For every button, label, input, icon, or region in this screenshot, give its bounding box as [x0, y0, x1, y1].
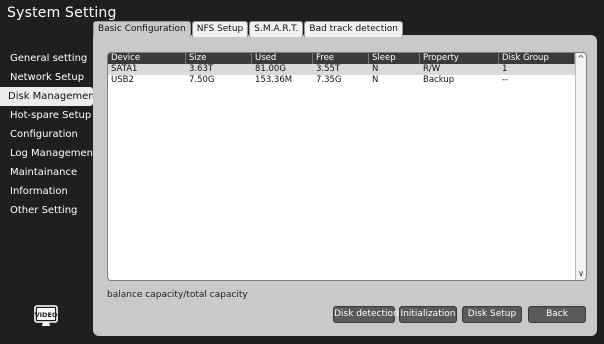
- cell-size: 3.63T: [189, 64, 214, 74]
- sidebar-item-other-setting[interactable]: Other Setting: [0, 201, 93, 220]
- table-row[interactable]: USB2 7.50G 153.36M 7.35G N Backup --: [108, 75, 586, 86]
- column-header-used[interactable]: Used: [252, 53, 313, 64]
- tab-smart[interactable]: S.M.A.R.T.: [249, 21, 304, 37]
- cell-used: 81.00G: [255, 64, 286, 74]
- tab-basic-configuration[interactable]: Basic Configuration: [93, 21, 191, 37]
- cell-used: 153.36M: [255, 75, 293, 85]
- cell-device: USB2: [111, 75, 134, 85]
- capacity-label: balance capacity/total capacity: [107, 290, 248, 300]
- back-button[interactable]: Back: [528, 306, 586, 323]
- table-row[interactable]: SATA1 3.63T 81.00G 3.55T N R/W 1: [108, 64, 586, 75]
- cell-sleep: N: [372, 75, 379, 85]
- logo-text: VIDEO: [35, 311, 58, 319]
- cell-disk-group: 1: [502, 64, 508, 74]
- cell-free: 3.55T: [316, 64, 341, 74]
- sidebar-item-hot-spare-setup[interactable]: Hot-spare Setup: [0, 106, 93, 125]
- cell-sleep: N: [372, 64, 379, 74]
- disk-setup-button[interactable]: Disk Setup: [462, 306, 522, 323]
- column-header-property[interactable]: Property: [420, 53, 499, 64]
- sidebar-item-disk-management[interactable]: Disk Management: [0, 87, 99, 106]
- sidebar-item-general-setting[interactable]: General setting: [0, 49, 93, 68]
- disk-table: Device Size Used Free Sleep Property Dis…: [107, 52, 587, 281]
- sidebar-item-configuration[interactable]: Configuration: [0, 125, 93, 144]
- sidebar-item-information[interactable]: Information: [0, 182, 93, 201]
- sidebar-item-network-setup[interactable]: Network Setup: [0, 68, 93, 87]
- disk-detection-button[interactable]: Disk detection: [333, 306, 399, 323]
- chevron-up-icon[interactable]: ^: [576, 53, 586, 65]
- initialization-button[interactable]: Initialization: [399, 306, 457, 323]
- vertical-scrollbar[interactable]: ^ ∨: [575, 53, 586, 280]
- chevron-down-icon[interactable]: ∨: [576, 268, 586, 280]
- column-header-device[interactable]: Device: [108, 53, 186, 64]
- tab-bar: Basic Configuration NFS Setup S.M.A.R.T.…: [93, 21, 404, 37]
- tab-bad-track-detection[interactable]: Bad track detection: [304, 21, 403, 37]
- cell-free: 7.35G: [316, 75, 342, 85]
- video-monitor-icon: VIDEO: [34, 305, 58, 326]
- column-header-disk-group[interactable]: Disk Group: [499, 53, 575, 64]
- cell-device: SATA1: [111, 64, 138, 74]
- cell-property: Backup: [423, 75, 455, 85]
- sidebar: General setting Network Setup Disk Manag…: [0, 49, 99, 220]
- column-header-free[interactable]: Free: [313, 53, 369, 64]
- column-header-sleep[interactable]: Sleep: [369, 53, 420, 64]
- cell-size: 7.50G: [189, 75, 215, 85]
- cell-disk-group: --: [502, 75, 509, 85]
- tab-nfs-setup[interactable]: NFS Setup: [191, 21, 249, 37]
- cell-property: R/W: [423, 64, 441, 74]
- sidebar-item-log-management[interactable]: Log Management: [0, 144, 97, 163]
- column-header-size[interactable]: Size: [186, 53, 252, 64]
- sidebar-item-maintainance[interactable]: Maintainance: [0, 163, 93, 182]
- table-header: Device Size Used Free Sleep Property Dis…: [108, 53, 586, 64]
- window-title: System Setting: [7, 5, 117, 21]
